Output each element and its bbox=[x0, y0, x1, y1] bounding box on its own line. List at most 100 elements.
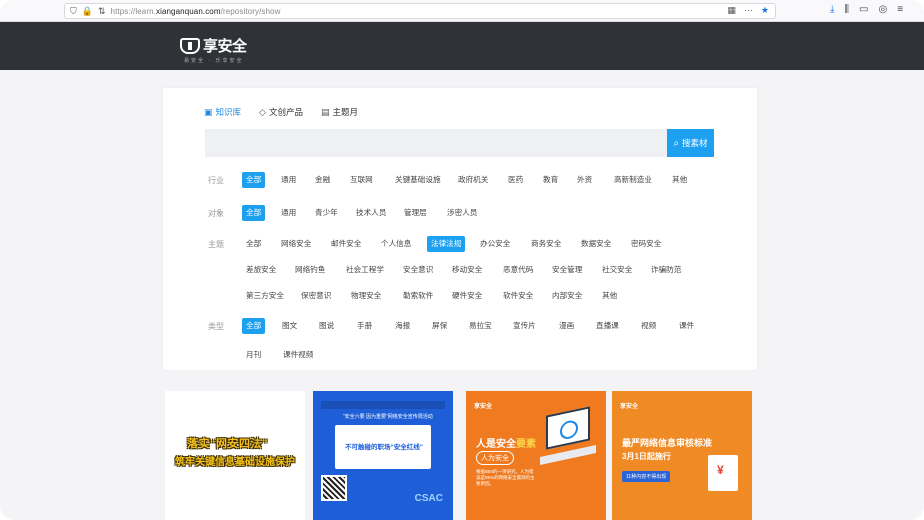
card-box-text: 不可触碰的职场“安全红线” bbox=[345, 444, 423, 451]
card-title: 人是安全要素 bbox=[476, 439, 536, 450]
content-card[interactable]: 享安全 人是安全要素 人为安全 根据IBM的一项研究，人为错误是95%的网络安全… bbox=[466, 391, 606, 520]
filter-option-audience[interactable]: 青少年 bbox=[315, 205, 338, 221]
filter-option-industry[interactable]: 互联网 bbox=[350, 172, 373, 188]
filter-option-topic[interactable]: 安全意识 bbox=[403, 262, 433, 278]
filter-option-type[interactable]: 课件视频 bbox=[283, 347, 313, 363]
filter-option-topic[interactable]: 勒索软件 bbox=[403, 288, 433, 304]
filter-option-type[interactable]: 海报 bbox=[395, 318, 410, 334]
star-icon[interactable]: ★ bbox=[761, 5, 769, 16]
account-icon[interactable]: ◎ bbox=[878, 4, 887, 15]
filter-option-audience[interactable]: 涉密人员 bbox=[447, 205, 477, 221]
filter-option-topic[interactable]: 硬件安全 bbox=[452, 288, 482, 304]
filter-option-topic[interactable]: 办公安全 bbox=[480, 236, 510, 252]
reader-icon[interactable]: ▦ bbox=[727, 5, 736, 16]
filter-option-topic[interactable]: 诈骗防范 bbox=[651, 262, 681, 278]
search-button[interactable]: ⌕ 搜素材 bbox=[667, 129, 714, 157]
filter-option-topic[interactable]: 第三方安全 bbox=[246, 288, 284, 304]
filter-option-industry[interactable]: 全部 bbox=[242, 172, 266, 188]
address-bar[interactable]: ⛉ 🔒 ⇅ https://learn.xianganquan.com/repo… bbox=[64, 3, 776, 19]
filter-option-topic[interactable]: 网络安全 bbox=[281, 236, 311, 252]
search-icon: ⌕ bbox=[673, 137, 680, 149]
shield-icon[interactable]: ⛉ bbox=[70, 6, 77, 17]
tab-theme-month[interactable]: ▤ 主题月 bbox=[321, 106, 358, 118]
menu-icon[interactable]: ≡ bbox=[897, 4, 903, 15]
browser-toolbar: ⛉ 🔒 ⇅ https://learn.xianganquan.com/repo… bbox=[0, 0, 924, 22]
filter-option-topic[interactable]: 其他 bbox=[602, 288, 617, 304]
filter-option-type[interactable]: 图文 bbox=[282, 318, 297, 334]
lock-icon[interactable]: 🔒 bbox=[82, 6, 93, 17]
sidebar-icon[interactable]: ▭ bbox=[859, 4, 868, 15]
screenshot-frame: ⛉ 🔒 ⇅ https://learn.xianganquan.com/repo… bbox=[0, 0, 924, 520]
filter-option-type[interactable]: 图说 bbox=[319, 318, 334, 334]
card-subtitle: 筑牢关键信息基础设施保护 bbox=[175, 457, 295, 468]
tab-knowledge-base[interactable]: ▣ 知识库 bbox=[204, 106, 241, 118]
filter-option-topic[interactable]: 商务安全 bbox=[531, 236, 561, 252]
extensions-icon[interactable]: ⇅ bbox=[98, 6, 106, 17]
filter-option-audience[interactable]: 技术人员 bbox=[356, 205, 386, 221]
content-card[interactable]: “安全六要 因为重要”网络安全宣传周活动 不可触碰的职场“安全红线” CSAC bbox=[313, 391, 453, 520]
document-icon bbox=[708, 455, 738, 491]
filter-option-industry[interactable]: 教育 bbox=[543, 172, 558, 188]
filter-option-type[interactable]: 宣传片 bbox=[513, 318, 536, 334]
filter-option-industry[interactable]: 其他 bbox=[672, 172, 687, 188]
tab-creative-products[interactable]: ◇ 文创产品 bbox=[259, 106, 303, 118]
filter-option-type[interactable]: 视频 bbox=[641, 318, 656, 334]
card-box: 不可触碰的职场“安全红线” bbox=[335, 425, 431, 469]
library-icon[interactable]: ⫼ bbox=[844, 4, 849, 15]
filter-option-topic[interactable]: 内部安全 bbox=[552, 288, 582, 304]
search-button-label: 搜素材 bbox=[682, 138, 708, 148]
filter-option-type[interactable]: 易拉宝 bbox=[469, 318, 492, 334]
filter-option-industry[interactable]: 医药 bbox=[508, 172, 523, 188]
card-body: 根据IBM的一项研究，人为错误是95%的网络安全漏洞的主要原因。 bbox=[476, 469, 535, 486]
search-row: ⌕ 搜素材 bbox=[205, 129, 714, 157]
filter-option-audience[interactable]: 全部 bbox=[242, 205, 266, 221]
filter-option-type[interactable]: 课件 bbox=[679, 318, 694, 334]
filter-option-industry[interactable]: 通用 bbox=[281, 172, 296, 188]
filter-option-topic[interactable]: 安全管理 bbox=[552, 262, 582, 278]
filter-option-audience[interactable]: 管理层 bbox=[404, 205, 427, 221]
repository-panel: ▣ 知识库 ◇ 文创产品 ▤ 主题月 ⌕ 搜素材 行业 全部 通用 金融 互联网 关键基础… bbox=[163, 88, 757, 370]
card-pill: 11种内容不得出现 bbox=[622, 471, 671, 482]
category-tabs: ▣ 知识库 ◇ 文创产品 ▤ 主题月 bbox=[204, 106, 358, 118]
filter-option-topic[interactable]: 差旅安全 bbox=[246, 262, 276, 278]
filter-option-topic[interactable]: 社会工程学 bbox=[346, 262, 384, 278]
download-icon[interactable]: ⤓ bbox=[830, 4, 834, 15]
filter-option-type[interactable]: 漫画 bbox=[559, 318, 574, 334]
filter-option-industry[interactable]: 关键基础设施 bbox=[395, 172, 441, 188]
card-subtitle: 人为安全 bbox=[476, 451, 514, 465]
search-input[interactable] bbox=[205, 129, 667, 157]
filter-option-type[interactable]: 全部 bbox=[242, 318, 266, 334]
filter-option-topic[interactable]: 保密意识 bbox=[301, 288, 331, 304]
filter-option-topic[interactable]: 数据安全 bbox=[581, 236, 611, 252]
filter-option-type[interactable]: 手册 bbox=[357, 318, 372, 334]
card-title: “安全六要 因为重要”网络安全宣传周活动 bbox=[343, 414, 433, 420]
qr-code-icon bbox=[321, 475, 347, 501]
filter-option-industry[interactable]: 高新制造业 bbox=[614, 172, 652, 188]
content-card[interactable]: 落实“网安四法” 筑牢关键信息基础设施保护 bbox=[165, 391, 305, 520]
filter-option-type[interactable]: 屏保 bbox=[432, 318, 447, 334]
filter-option-industry[interactable]: 外资 bbox=[577, 172, 592, 188]
filter-option-industry[interactable]: 政府机关 bbox=[458, 172, 488, 188]
filter-option-topic[interactable]: 社交安全 bbox=[602, 262, 632, 278]
filter-option-industry[interactable]: 金融 bbox=[315, 172, 330, 188]
content-cards: 落实“网安四法” 筑牢关键信息基础设施保护 “安全六要 因为重要”网络安全宣传周… bbox=[165, 391, 759, 520]
filter-label: 对象 bbox=[208, 209, 224, 218]
filter-option-topic[interactable]: 密码安全 bbox=[631, 236, 661, 252]
filter-option-topic[interactable]: 邮件安全 bbox=[331, 236, 361, 252]
url-text[interactable]: https://learn.xianganquan.com/repository… bbox=[111, 7, 281, 16]
more-icon[interactable]: ··· bbox=[744, 5, 753, 16]
filter-label: 主题 bbox=[208, 240, 224, 249]
filter-option-topic[interactable]: 恶意代码 bbox=[503, 262, 533, 278]
filter-option-topic[interactable]: 网络钓鱼 bbox=[295, 262, 325, 278]
filter-option-audience[interactable]: 通用 bbox=[281, 205, 296, 221]
filter-option-topic[interactable]: 软件安全 bbox=[503, 288, 533, 304]
content-card[interactable]: 享安全 最严网络信息审核标准 3月1日起施行 11种内容不得出现 bbox=[612, 391, 752, 520]
filter-option-type[interactable]: 月刊 bbox=[246, 347, 261, 363]
filter-option-type[interactable]: 直播课 bbox=[596, 318, 619, 334]
filter-option-topic[interactable]: 物理安全 bbox=[351, 288, 381, 304]
site-logo[interactable]: 享安全 bbox=[180, 35, 247, 56]
filter-option-topic[interactable]: 移动安全 bbox=[452, 262, 482, 278]
filter-option-topic[interactable]: 全部 bbox=[246, 236, 261, 252]
filter-option-topic[interactable]: 法律法规 bbox=[427, 236, 466, 252]
filter-option-topic[interactable]: 个人信息 bbox=[381, 236, 411, 252]
